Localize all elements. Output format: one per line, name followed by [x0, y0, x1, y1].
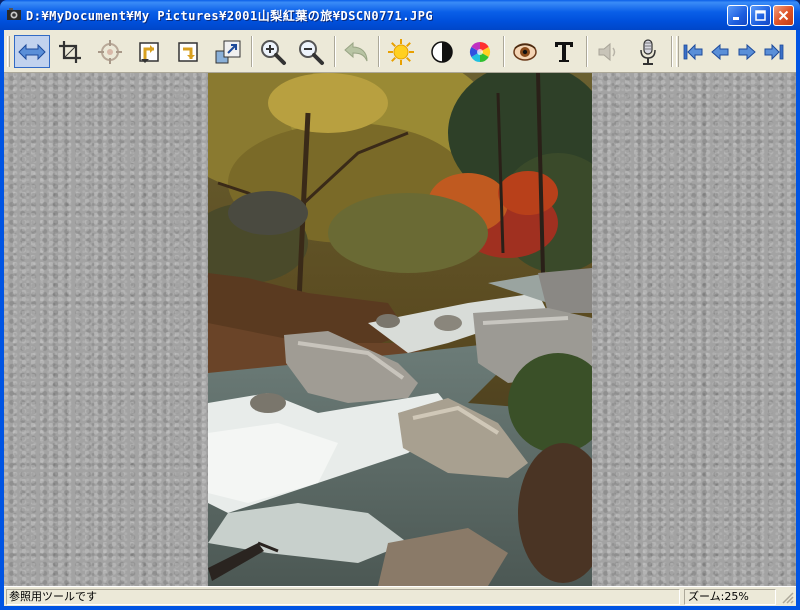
rotate-left-button[interactable] [132, 35, 168, 68]
title-bar[interactable]: D:¥MyDocument¥My Pictures¥2001山梨紅葉の旅¥DSC… [0, 0, 800, 30]
rotate-right-button[interactable] [171, 35, 207, 68]
zoom-in-button[interactable] [255, 35, 291, 68]
status-message: 参照用ツールです [6, 589, 680, 605]
minimize-icon [733, 17, 739, 20]
next-icon [738, 43, 756, 60]
text-icon [555, 41, 573, 62]
close-icon [778, 10, 789, 21]
resize-grip-icon[interactable] [780, 590, 794, 604]
color-button[interactable] [462, 35, 498, 68]
maximize-icon [755, 10, 766, 21]
close-button[interactable] [773, 5, 794, 26]
toolbar-separator [503, 36, 505, 67]
toolbar [4, 30, 796, 73]
zoom-in-icon [261, 39, 286, 65]
brightness-button[interactable] [383, 35, 419, 68]
rotate-right-icon [178, 41, 198, 62]
toolbar-grip[interactable] [676, 36, 679, 67]
crop-icon [59, 40, 81, 63]
next-image-button[interactable] [734, 35, 760, 68]
last-image-button[interactable] [761, 35, 787, 68]
toolbar-separator [334, 36, 336, 67]
client-area: 参照用ツールです ズーム:25% [4, 30, 796, 606]
eye-icon [513, 42, 537, 61]
first-image-button[interactable] [680, 35, 706, 68]
contrast-icon [431, 40, 453, 63]
last-icon [764, 43, 784, 60]
record-button[interactable] [630, 35, 666, 68]
prev-image-button[interactable] [707, 35, 733, 68]
toolbar-grip[interactable] [7, 36, 10, 67]
fit-width-button[interactable] [14, 35, 50, 68]
app-icon[interactable] [6, 7, 22, 23]
zoom-out-button[interactable] [293, 35, 329, 68]
rotate-left-icon [139, 41, 159, 63]
crosshair-icon [98, 39, 122, 64]
status-bar: 参照用ツールです ズーム:25% [4, 586, 796, 606]
double-arrow-icon [18, 43, 46, 60]
toolbar-separator [251, 36, 253, 67]
microphone-icon [640, 38, 656, 65]
crop-button[interactable] [52, 35, 88, 68]
resize-icon [215, 40, 241, 63]
app-window: D:¥MyDocument¥My Pictures¥2001山梨紅葉の旅¥DSC… [0, 0, 800, 610]
minimize-button[interactable] [727, 5, 748, 26]
sound-button[interactable] [590, 35, 626, 68]
toolbar-separator [378, 36, 380, 67]
first-icon [683, 43, 703, 60]
target-button[interactable] [92, 35, 128, 68]
zoom-level: ズーム:25% [684, 589, 776, 605]
zoom-out-icon [299, 39, 324, 65]
maximize-button[interactable] [750, 5, 771, 26]
text-button[interactable] [546, 35, 582, 68]
speaker-icon [598, 42, 616, 61]
window-title: D:¥MyDocument¥My Pictures¥2001山梨紅葉の旅¥DSC… [26, 9, 434, 23]
prev-icon [711, 43, 729, 60]
resize-button[interactable] [210, 35, 246, 68]
undo-button[interactable] [339, 35, 375, 68]
color-wheel-icon [469, 41, 491, 62]
red-eye-button[interactable] [507, 35, 543, 68]
undo-icon [344, 41, 368, 61]
photo-image [208, 73, 592, 586]
toolbar-separator [586, 36, 588, 67]
contrast-button[interactable] [424, 35, 460, 68]
image-viewer[interactable] [4, 73, 796, 586]
sun-icon [388, 38, 414, 65]
toolbar-separator [671, 36, 673, 67]
photo[interactable] [208, 73, 592, 586]
